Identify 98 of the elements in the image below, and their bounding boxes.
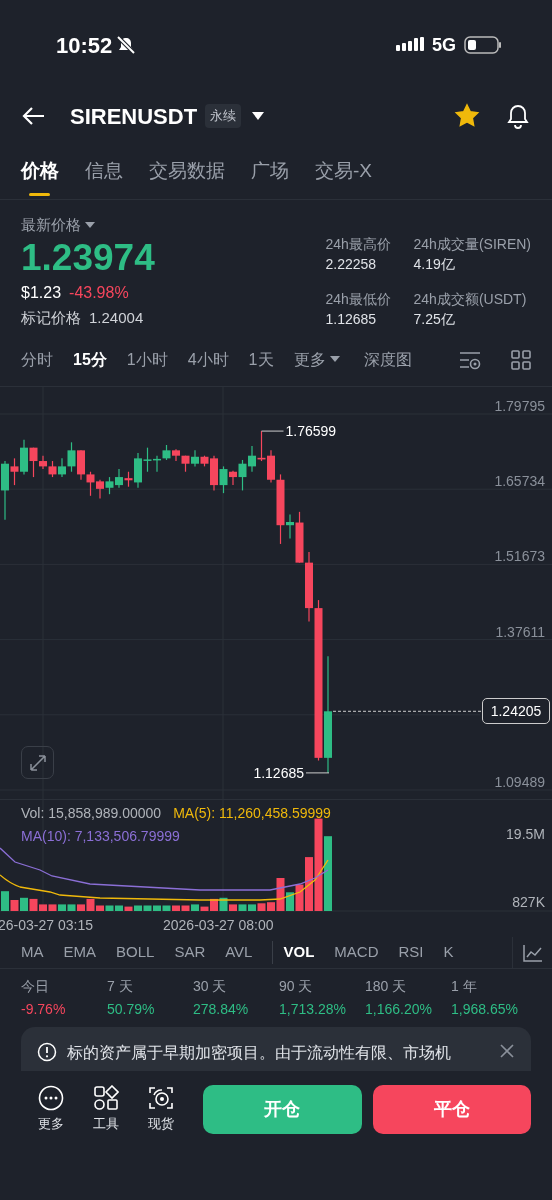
- period-return: 50.79%: [107, 1000, 156, 1019]
- period-return: 1,968.65%: [451, 1000, 519, 1019]
- indicator-tab[interactable]: SAR: [174, 941, 206, 964]
- interval-tab[interactable]: 分时: [21, 347, 53, 372]
- toolbar-button[interactable]: 现货: [144, 1084, 177, 1134]
- battery-icon: [464, 36, 502, 54]
- indicator-tab[interactable]: MACD: [334, 941, 379, 964]
- ma10-value: MA(10): 7,133,506.79999: [21, 827, 181, 846]
- candle: [48, 460, 57, 478]
- star-icon[interactable]: [454, 103, 480, 129]
- indicator-tab[interactable]: K: [443, 941, 454, 964]
- candle: [181, 455, 190, 473]
- interval-tab[interactable]: 深度图: [363, 347, 412, 372]
- last-price: 1.23974: [21, 236, 155, 279]
- tab-indicator: [29, 193, 50, 196]
- bell-mute-icon: [116, 35, 137, 55]
- back-arrow-icon[interactable]: [22, 106, 46, 126]
- high-price-marker: 1.76599: [285, 423, 337, 440]
- indicator-tab[interactable]: RSI: [398, 941, 424, 964]
- status-time: 10:52: [56, 31, 113, 60]
- tools-icon: [92, 1084, 119, 1111]
- scan-icon: [147, 1084, 174, 1111]
- tab[interactable]: 价格: [21, 156, 59, 199]
- line-chart-icon[interactable]: [522, 943, 543, 962]
- tab[interactable]: 信息: [85, 156, 123, 199]
- candle: [86, 471, 95, 497]
- candle: [162, 444, 171, 461]
- stat-label: 24h最高价: [325, 235, 392, 254]
- candle: [257, 430, 266, 462]
- close-icon[interactable]: [499, 1043, 515, 1059]
- interval-tab[interactable]: 1天: [248, 347, 274, 372]
- candle: [105, 476, 114, 495]
- expand-button[interactable]: [21, 746, 54, 779]
- tab[interactable]: 交易数据: [149, 156, 225, 199]
- period-return: 1,166.20%: [365, 1000, 433, 1019]
- axis-label: 1.51673: [494, 548, 545, 565]
- indicator-tab[interactable]: AVL: [225, 941, 253, 964]
- interval-tab[interactable]: 更多: [293, 347, 340, 372]
- axis-label: 19.5M: [506, 825, 545, 844]
- indicator-tab[interactable]: BOLL: [116, 941, 155, 964]
- dropdown-caret-icon[interactable]: [251, 111, 266, 121]
- period-return: 1,713.28%: [279, 1000, 347, 1019]
- stat-label: 24h成交额(USDT): [413, 289, 528, 309]
- period-return: -9.76%: [21, 1000, 67, 1019]
- price-change: -43.98%: [69, 282, 129, 303]
- period-label: 180 天: [365, 977, 408, 996]
- stat-label: 24h成交量(SIREN): [413, 235, 531, 254]
- chart-settings-icon[interactable]: [459, 349, 481, 370]
- stat-value: 2.22258: [325, 255, 378, 274]
- leader-line: [305, 772, 330, 774]
- stat-label: 24h最低价: [325, 289, 392, 309]
- more-icon: [37, 1084, 64, 1111]
- notification-bell-icon[interactable]: [506, 103, 530, 129]
- axis-label: 827K: [512, 893, 545, 912]
- tab[interactable]: 交易-X: [315, 156, 372, 199]
- stat-value: 7.25亿: [413, 309, 456, 329]
- indicator-tab[interactable]: VOL: [272, 941, 315, 964]
- period-label: 今日: [21, 977, 50, 996]
- stat-value: 4.19亿: [413, 255, 456, 274]
- last-price-label: 1.24205: [482, 698, 550, 725]
- period-label: 7 天: [107, 977, 134, 996]
- tab[interactable]: 广场: [251, 156, 289, 199]
- usd-price: $1.23: [21, 282, 62, 303]
- info-icon: [37, 1042, 57, 1062]
- indicator-tab[interactable]: EMA: [63, 941, 96, 964]
- time-axis-label: 2026-03-27 08:00: [163, 916, 274, 935]
- axis-label: 1.37611: [495, 623, 545, 640]
- expand-icon: [28, 753, 47, 772]
- low-price-marker: 1.12685: [253, 764, 304, 781]
- period-label: 1 年: [451, 977, 478, 996]
- axis-label: 1.09489: [494, 774, 545, 790]
- period-label: 30 天: [193, 977, 228, 996]
- symbol-title: SIRENUSDT: [70, 102, 198, 131]
- stat-value: 1.12685: [325, 309, 378, 329]
- mark-price: 1.24004: [89, 307, 144, 328]
- axis-label: 1.79795: [494, 398, 545, 414]
- dropdown-caret-icon: [329, 356, 340, 363]
- interval-tab[interactable]: 15分: [73, 347, 107, 372]
- indicator-tab[interactable]: MA: [21, 941, 44, 964]
- notice-text: 标的资产属于早期加密项目。由于流动性有限、市场机: [67, 1043, 452, 1063]
- mark-price-label: 标记价格: [21, 307, 81, 328]
- dropdown-caret-icon: [85, 221, 95, 229]
- close-position-button[interactable]: 平仓: [372, 1084, 531, 1134]
- volume-value: Vol: 15,858,989.00000: [21, 804, 162, 823]
- period-label: 90 天: [279, 977, 314, 996]
- network-label: 5G: [432, 33, 456, 57]
- interval-tab[interactable]: 4小时: [187, 347, 229, 372]
- period-return: 278.84%: [193, 1000, 250, 1019]
- price-label: 最新价格: [21, 215, 81, 235]
- toolbar-button[interactable]: 更多: [34, 1084, 67, 1134]
- grid-layout-icon[interactable]: [511, 349, 531, 370]
- axis-label: 1.65734: [494, 473, 545, 490]
- toolbar-button[interactable]: 工具: [89, 1084, 122, 1134]
- interval-tab[interactable]: 1小时: [126, 347, 168, 372]
- ma5-value: MA(5): 11,260,458.59999: [173, 804, 331, 823]
- contract-badge: 永续: [205, 104, 242, 128]
- signal-icon: [396, 37, 424, 53]
- leader-line: [261, 430, 284, 432]
